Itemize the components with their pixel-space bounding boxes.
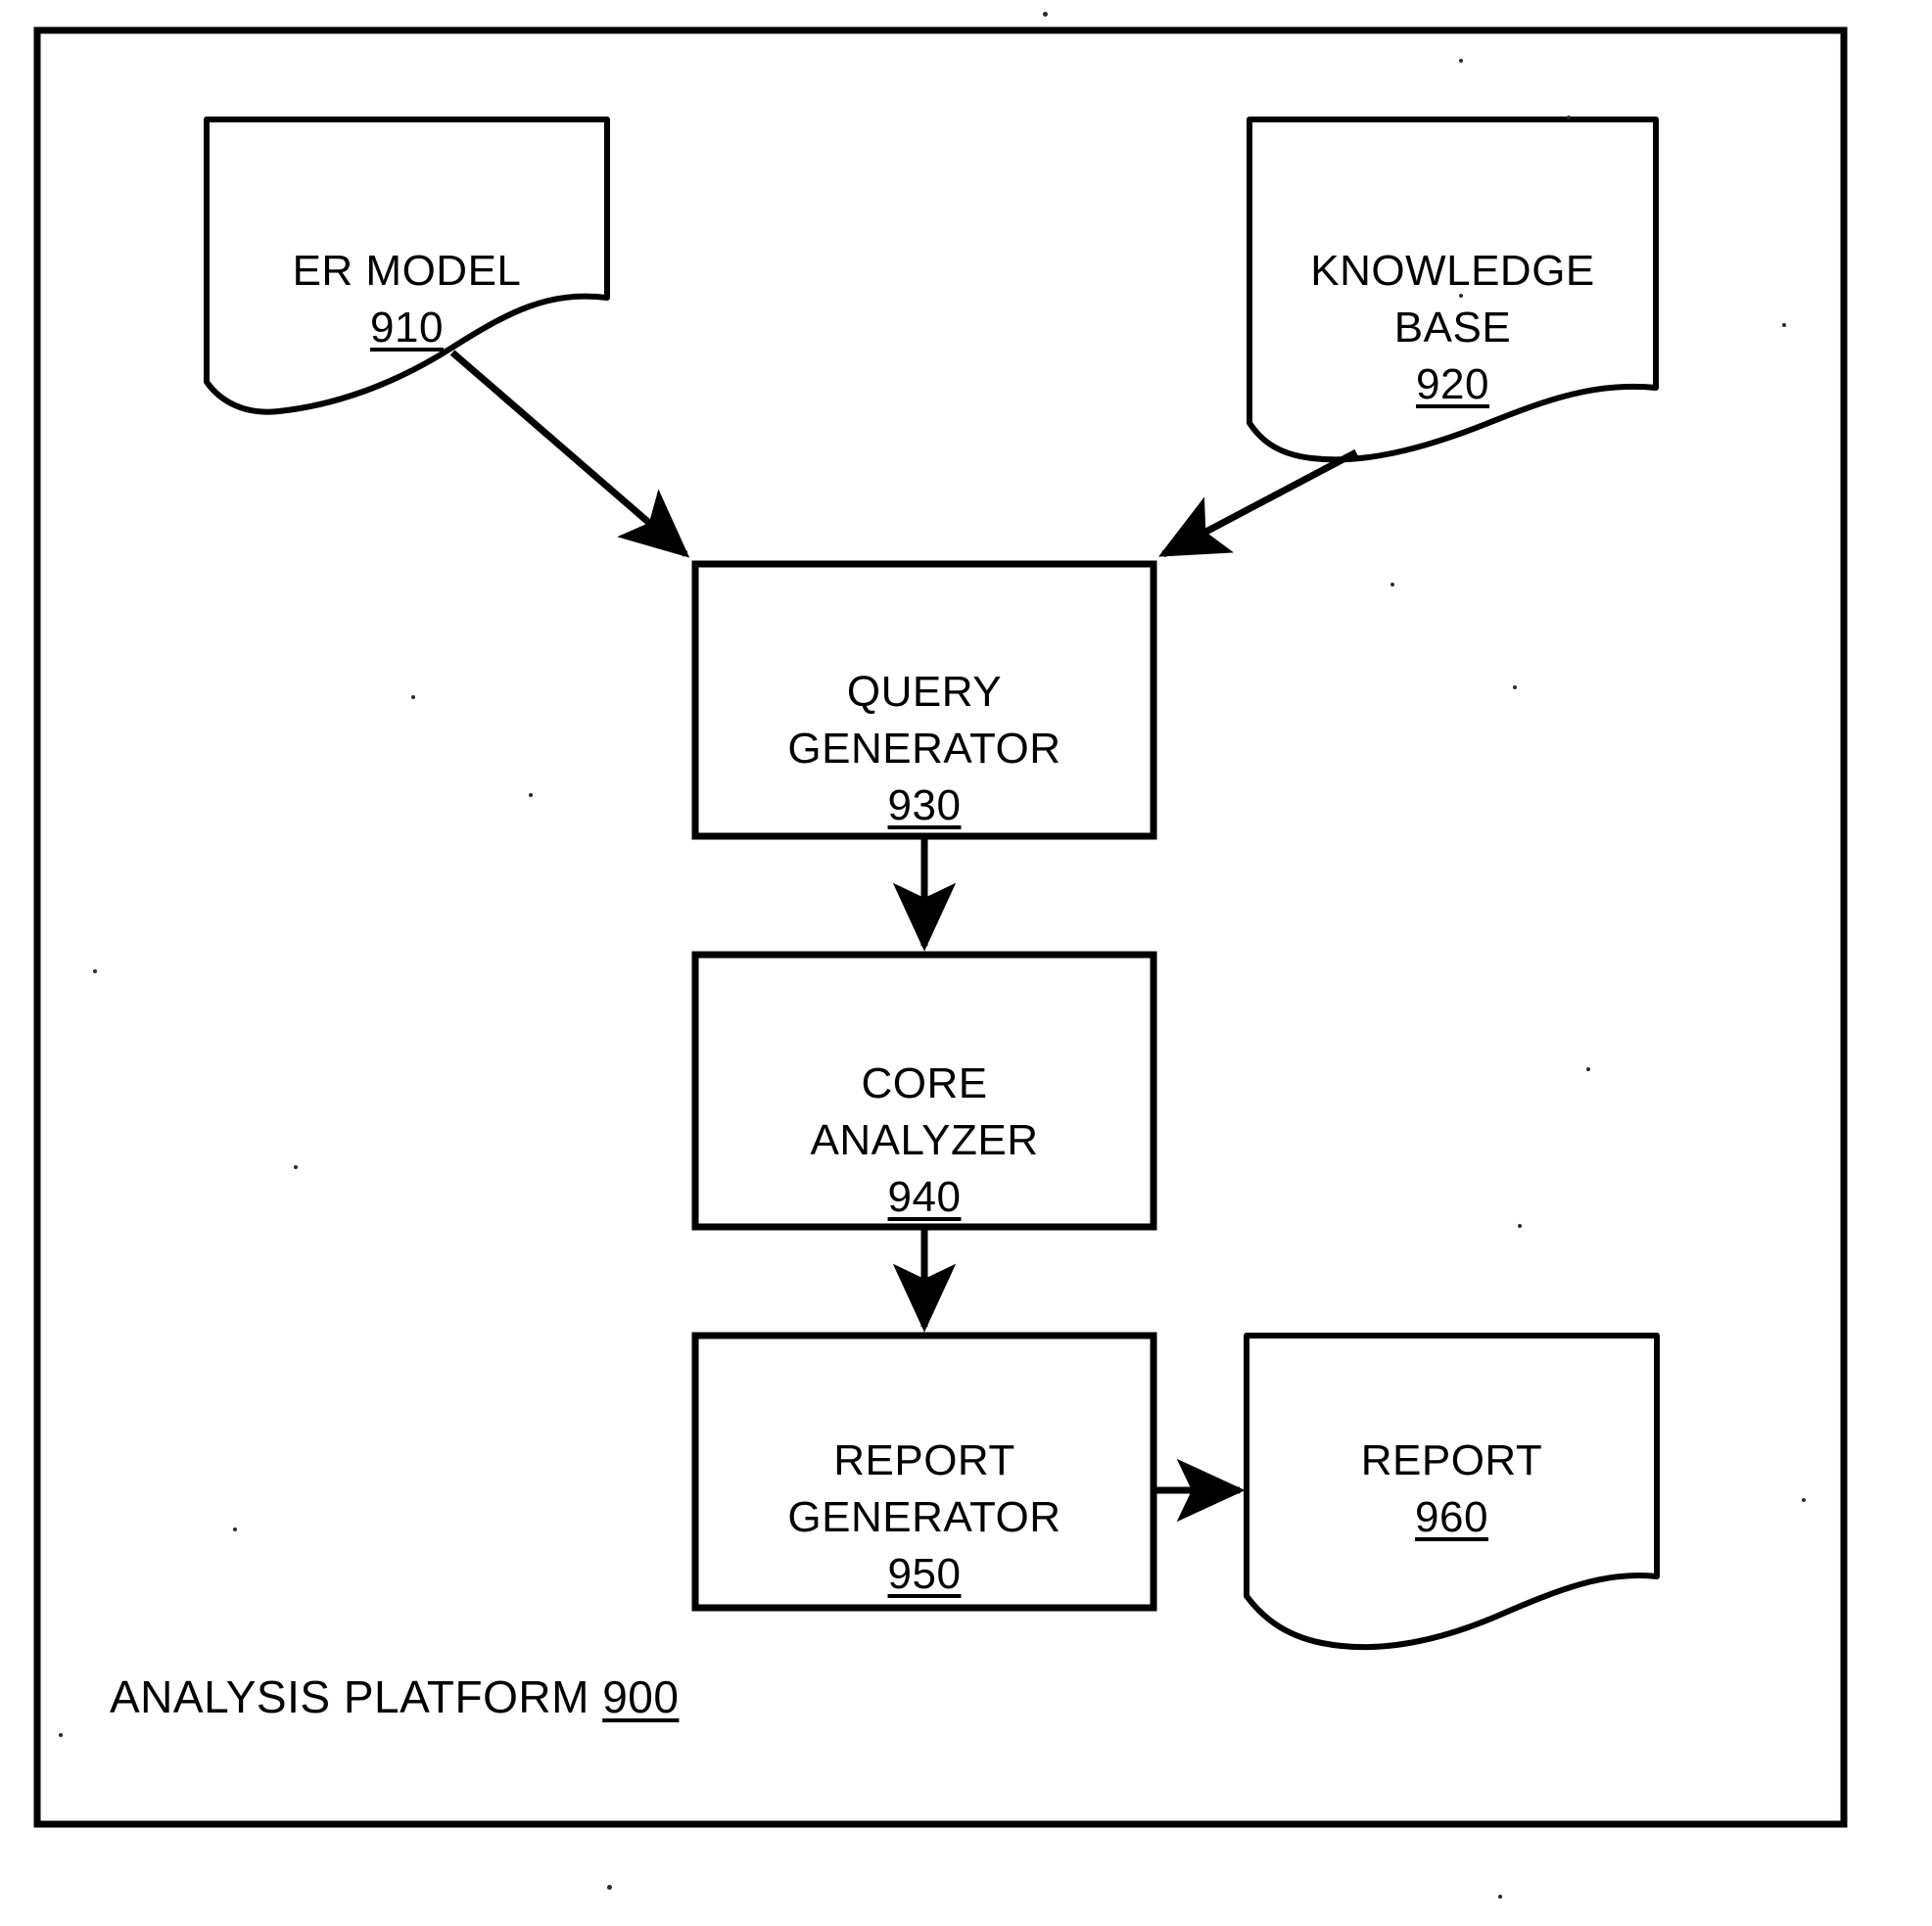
connector-knowledge-base-to-query-generator <box>1158 448 1358 558</box>
er-model-shape <box>204 117 610 415</box>
report-generator-shape <box>691 1332 1157 1612</box>
core-analyzer-shape <box>691 951 1157 1231</box>
analysis-platform-caption: ANALYSIS PLATFORM 900 <box>110 1670 679 1723</box>
connector-er-model-to-query-generator <box>449 350 690 558</box>
knowledge-base-shape <box>1247 117 1659 463</box>
analysis-platform-ref: 900 <box>602 1671 680 1722</box>
patent-figure-page: ER MODEL 910 KNOWLEDGE BASE 920 QUERY GE… <box>0 0 1932 1926</box>
diagram-canvas <box>33 26 1848 1828</box>
query-generator-shape <box>691 560 1157 840</box>
analysis-platform-caption-text: ANALYSIS PLATFORM <box>110 1671 589 1722</box>
report-shape <box>1244 1333 1660 1651</box>
